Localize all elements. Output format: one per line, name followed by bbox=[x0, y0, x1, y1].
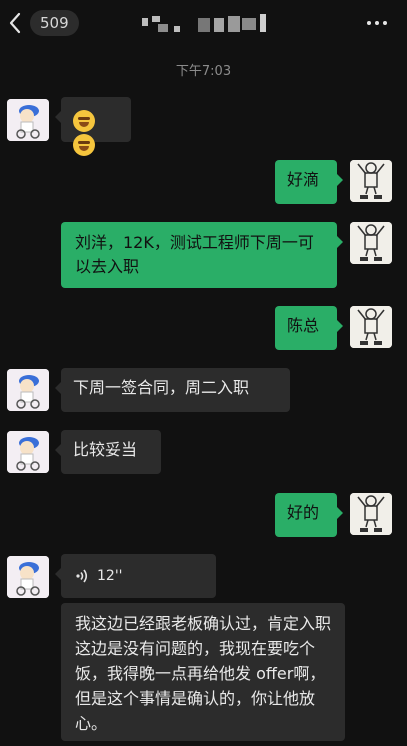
chevron-left-icon bbox=[9, 12, 21, 34]
dot-icon bbox=[367, 21, 371, 25]
message-bubble-outgoing[interactable]: 陈总 bbox=[275, 306, 343, 350]
message-bubble-incoming[interactable]: 比较妥当 bbox=[55, 430, 161, 474]
dot-icon bbox=[383, 21, 387, 25]
message-bubble-outgoing[interactable]: 好的 bbox=[275, 493, 343, 537]
my-avatar[interactable] bbox=[350, 306, 392, 348]
message-bubble-incoming[interactable]: 下周一签合同，周二入职 bbox=[55, 368, 290, 412]
voice-transcript-bubble[interactable]: 我这边已经跟老板确认过，肯定入职这边是没有问题的，我现在要吃个饭，我得晚一点再给… bbox=[61, 603, 345, 741]
contact-avatar[interactable] bbox=[7, 431, 49, 473]
unread-count-badge: 509 bbox=[30, 10, 79, 36]
face-with-hand-emoji-icon bbox=[73, 109, 95, 132]
avatar-cartoon-icon bbox=[7, 369, 49, 411]
contact-avatar[interactable] bbox=[7, 556, 49, 598]
back-button[interactable]: 509 bbox=[8, 10, 79, 36]
avatar-cartoon-icon bbox=[7, 556, 49, 598]
more-options-button[interactable] bbox=[367, 15, 389, 31]
chat-title-redacted bbox=[142, 12, 270, 34]
voice-message-bubble[interactable]: 12'' bbox=[55, 554, 216, 598]
contact-avatar[interactable] bbox=[7, 369, 49, 411]
message-timestamp: 下午7:03 bbox=[175, 64, 232, 79]
avatar-stickman-icon bbox=[350, 306, 392, 348]
face-with-hand-emoji-icon bbox=[73, 133, 95, 156]
message-bubble-emoji[interactable] bbox=[55, 97, 131, 156]
my-avatar[interactable] bbox=[350, 493, 392, 535]
avatar-stickman-icon bbox=[350, 493, 392, 535]
my-avatar[interactable] bbox=[350, 222, 392, 264]
avatar-stickman-icon bbox=[350, 222, 392, 264]
message-bubble-outgoing[interactable]: 刘洋，12K，测试工程师下周一可以去入职 bbox=[61, 222, 343, 288]
avatar-cartoon-icon bbox=[7, 431, 49, 473]
voice-wave-icon bbox=[76, 569, 88, 583]
avatar-cartoon-icon bbox=[7, 99, 49, 141]
voice-duration: 12'' bbox=[97, 568, 123, 584]
dot-icon bbox=[375, 21, 379, 25]
avatar-stickman-icon bbox=[350, 160, 392, 202]
my-avatar[interactable] bbox=[350, 160, 392, 202]
chat-header: 509 bbox=[0, 0, 407, 48]
contact-avatar[interactable] bbox=[7, 99, 49, 141]
message-bubble-outgoing[interactable]: 好滴 bbox=[275, 160, 343, 204]
